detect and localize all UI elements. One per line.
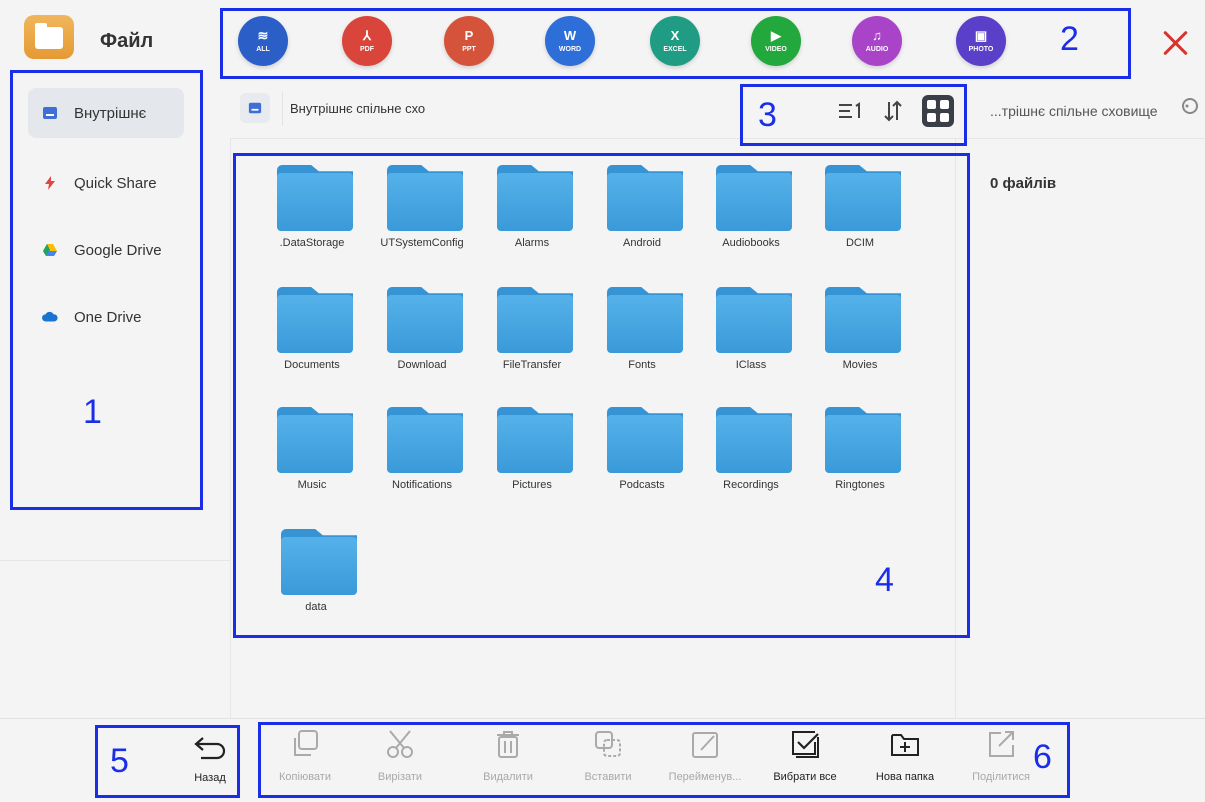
annotation-box-sidebar bbox=[10, 70, 203, 510]
annotation-number: 4 bbox=[875, 561, 894, 599]
divider bbox=[282, 92, 283, 126]
storage-icon bbox=[240, 93, 270, 123]
app-logo-icon bbox=[24, 15, 74, 59]
file-count: 0 файлів bbox=[990, 175, 1057, 192]
annotation-number: 2 bbox=[1060, 20, 1079, 58]
file-manager-screen: Файл ≋ ALL ⅄ PDF P PPT W WORD X EXCEL ▶ … bbox=[0, 0, 1205, 802]
search-icon[interactable] bbox=[1180, 96, 1202, 118]
close-icon[interactable] bbox=[1160, 28, 1190, 58]
breadcrumb[interactable]: Внутрішнє спільне схо bbox=[290, 101, 425, 116]
annotation-box-folder-grid bbox=[233, 153, 970, 638]
annotation-box-filter-bar bbox=[220, 8, 1131, 79]
divider bbox=[230, 138, 1205, 139]
annotation-box-actions bbox=[258, 722, 1070, 798]
search-input[interactable]: ...трішнє спільне сховище bbox=[990, 103, 1158, 119]
divider bbox=[230, 138, 231, 718]
annotation-number: 1 bbox=[83, 393, 102, 431]
annotation-number: 3 bbox=[758, 96, 777, 134]
app-title: Файл bbox=[100, 30, 154, 52]
annotation-number: 6 bbox=[1033, 738, 1052, 776]
annotation-number: 5 bbox=[110, 742, 129, 780]
divider bbox=[0, 718, 1205, 719]
divider bbox=[0, 560, 230, 561]
